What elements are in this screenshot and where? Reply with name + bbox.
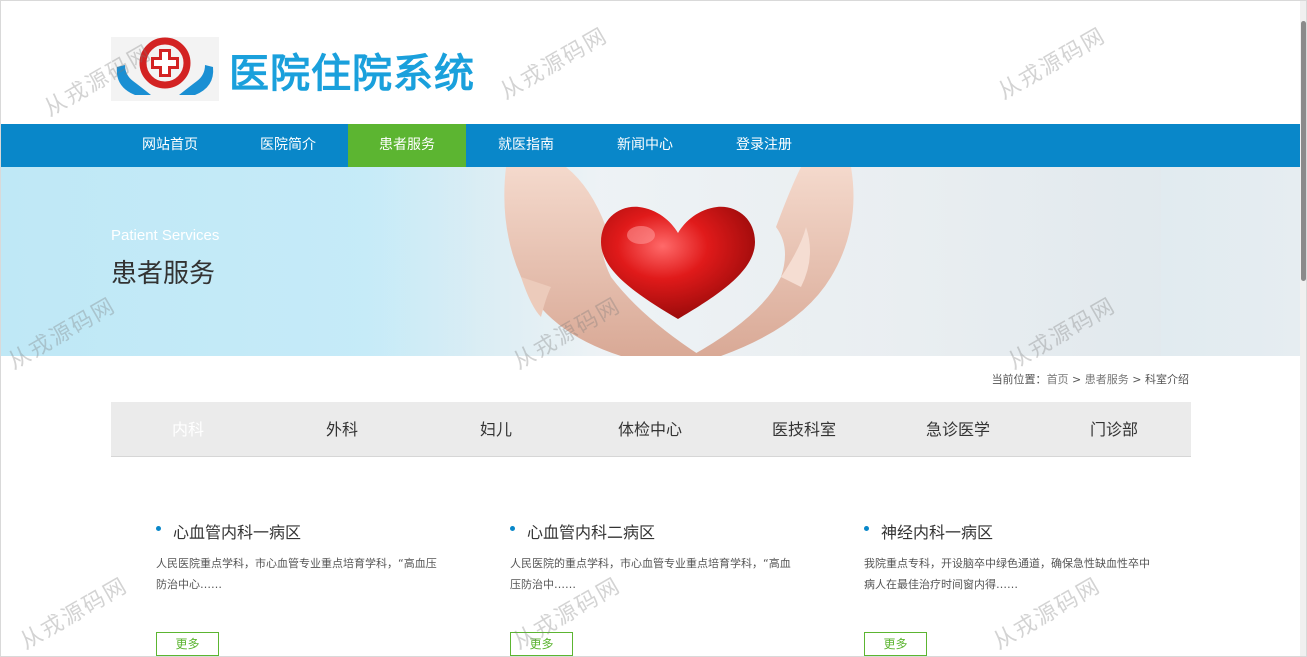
tab-women-children[interactable]: 妇儿 [419,402,573,457]
breadcrumb-section-link[interactable]: 患者服务 [1085,373,1129,386]
nav-item-home[interactable]: 网站首页 [111,124,229,167]
tab-internal-medicine[interactable]: 内科 [111,402,265,457]
tab-surgery[interactable]: 外科 [265,402,419,457]
breadcrumb-current: 科室介绍 [1145,373,1189,386]
banner-title: 患者服务 [111,259,216,289]
tab-emergency[interactable]: 急诊医学 [881,402,1035,457]
breadcrumb-prefix: 当前位置： [991,373,1047,386]
department-card: 心血管内科二病区 人民医院的重点学科，市心血管专业重点培育学科，“高血压防治中…… [510,519,810,656]
more-button[interactable]: 更多 [156,632,219,656]
breadcrumb-separator: > [1128,373,1145,386]
card-title[interactable]: 神经内科一病区 [864,519,993,543]
site-title: 医院住院系统 [229,51,475,97]
site-header: 医院住院系统 [1,1,1302,124]
banner-subtitle: Patient Services [111,227,220,244]
tab-medical-tech[interactable]: 医技科室 [727,402,881,457]
vertical-scrollbar[interactable] [1300,1,1306,656]
card-description: 人民医院的重点学科，市心血管专业重点培育学科，“高血压防治中…… [510,557,791,591]
tab-outpatient[interactable]: 门诊部 [1037,402,1191,457]
scrollbar-thumb[interactable] [1301,21,1306,281]
nav-item-about[interactable]: 医院简介 [229,124,347,167]
hospital-logo-icon[interactable] [111,37,219,101]
nav-item-patient-services[interactable]: 患者服务 [348,124,466,167]
nav-item-guide[interactable]: 就医指南 [467,124,585,167]
card-title[interactable]: 心血管内科一病区 [156,519,301,543]
nav-item-login-register[interactable]: 登录注册 [705,124,823,167]
breadcrumb-separator: > [1068,373,1085,386]
card-description: 我院重点专科，开设脑卒中绿色通道，确保急性缺血性卒中病人在最佳治疗时间窗内得…… [864,557,1150,591]
hero-banner: Patient Services 患者服务 [1,167,1302,356]
card-description: 人民医院重点学科，市心血管专业重点培育学科，“高血压防治中心…… [156,557,437,591]
department-card: 神经内科一病区 我院重点专科，开设脑卒中绿色通道，确保急性缺血性卒中病人在最佳治… [864,519,1164,656]
department-tabs: 内科 外科 妇儿 体检中心 医技科室 急诊医学 门诊部 [111,402,1191,457]
more-button[interactable]: 更多 [864,632,927,656]
card-title[interactable]: 心血管内科二病区 [510,519,655,543]
more-button[interactable]: 更多 [510,632,573,656]
page: 医院住院系统 网站首页 医院简介 患者服务 就医指南 新闻中心 登录注册 Pat… [0,0,1307,657]
department-card: 心血管内科一病区 人民医院重点学科，市心血管专业重点培育学科，“高血压防治中心…… [156,519,456,656]
nav-item-news[interactable]: 新闻中心 [586,124,704,167]
main-nav: 网站首页 医院简介 患者服务 就医指南 新闻中心 登录注册 [1,124,1302,167]
tab-health-checkup[interactable]: 体检中心 [573,402,727,457]
watermark: 从戎源码网 [16,573,133,655]
breadcrumb: 当前位置：首页 > 患者服务 > 科室介绍 [992,371,1189,387]
breadcrumb-home-link[interactable]: 首页 [1047,373,1069,386]
